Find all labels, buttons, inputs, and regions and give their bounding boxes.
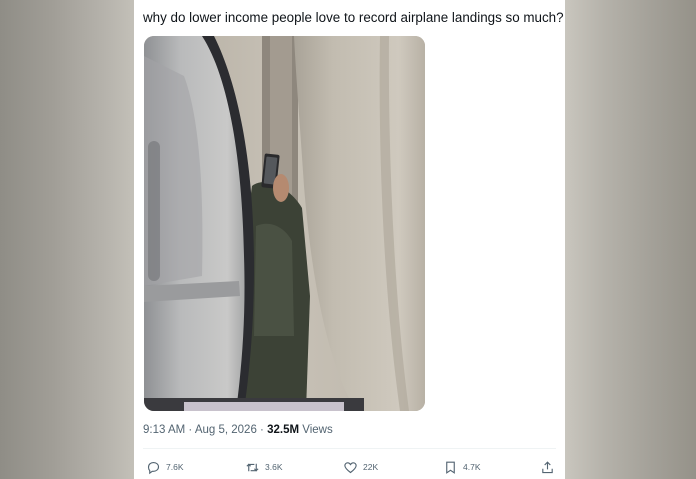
bookmark-count: 4.7K [463, 462, 481, 472]
tweet-media-photo[interactable] [144, 36, 425, 411]
tweet-meta: 9:13 AM · Aug 5, 2026 · 32.5M Views [143, 424, 333, 436]
retweet-count: 3.6K [265, 462, 283, 472]
like-count: 22K [363, 462, 379, 472]
background-left [0, 0, 134, 479]
tweet-text: why do lower income people love to recor… [143, 10, 564, 25]
reply-button[interactable]: 7.6K [146, 458, 184, 476]
bookmark-icon [446, 461, 455, 474]
meta-separator: · [260, 424, 264, 436]
action-bar: 7.6K 3.6K 22K 4.7K [134, 455, 565, 479]
retweet-button[interactable]: 3.6K [245, 458, 283, 476]
bookmark-button[interactable]: 4.7K [443, 458, 481, 476]
like-button[interactable]: 22K [343, 458, 378, 476]
background-right [565, 0, 696, 479]
tweet-time[interactable]: 9:13 AM [143, 424, 185, 436]
share-icon [542, 460, 553, 473]
views-count: 32.5M [267, 424, 300, 436]
retweet-icon [246, 463, 259, 471]
tweet-date[interactable]: Aug 5, 2026 [195, 424, 257, 436]
reply-icon [147, 461, 160, 474]
like-icon [344, 461, 357, 473]
tweet-card: why do lower income people love to recor… [134, 0, 565, 479]
reply-count: 7.6K [166, 462, 184, 472]
meta-separator: · [188, 424, 193, 436]
views-label: Views [302, 424, 333, 436]
airplane-cabin-image [144, 36, 425, 411]
share-button[interactable] [540, 458, 555, 476]
divider [143, 448, 556, 449]
